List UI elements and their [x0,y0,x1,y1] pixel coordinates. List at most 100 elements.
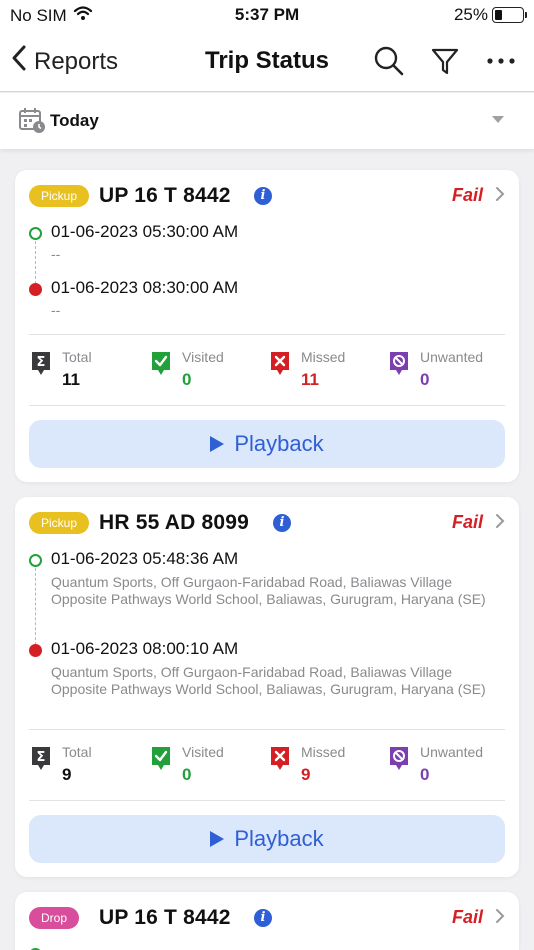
stat-unwanted-value: 0 [420,370,430,389]
caret-down-icon [492,116,504,123]
search-icon [374,46,404,76]
trip-stats: Σ Total 9 Visited 0 Missed 9 Unwanted 0 [29,742,505,790]
play-icon [210,831,225,847]
divider [29,334,505,335]
calendar-icon [18,106,46,139]
end-point-icon [29,644,42,657]
sigma-icon: Σ [32,747,50,770]
status-bar-right: 25% [453,5,527,25]
end-address: -- [51,302,61,318]
more-button[interactable] [484,44,518,78]
stat-total-label: Total [62,744,92,760]
trip-header: Pickup HR 55 AD 8099 i Fail [29,511,505,535]
more-icon [487,58,515,64]
trip-header: Pickup UP 16 T 8442 i Fail [29,184,505,208]
playback-label: Playback [234,826,324,851]
info-icon[interactable]: i [273,514,291,532]
stat-missed-value: 9 [301,765,311,784]
trip-type-badge: Drop [29,907,80,929]
play-icon [210,436,225,452]
playback-button[interactable]: Playback [29,815,505,863]
stat-unwanted-label: Unwanted [420,349,484,365]
cross-icon [271,352,289,375]
timeline-connector [35,241,36,284]
trip-status: Fail [451,907,483,927]
date-filter-dropdown[interactable]: Today [0,93,534,149]
chevron-right-icon[interactable] [495,513,505,534]
end-time: 01-06-2023 08:30:00 AM [51,278,239,297]
vehicle-plate: UP 16 T 8442 [99,184,231,207]
trip-type-badge: Pickup [29,185,90,207]
prohibited-icon [390,747,408,770]
trip-stats: Σ Total 11 Visited 0 Missed 11 Unwanted … [29,347,505,395]
back-label: Reports [34,47,119,75]
stat-visited: Visited 0 [149,347,269,395]
stat-unwanted-label: Unwanted [420,744,484,760]
trip-status: Fail [451,512,483,532]
svg-text:Σ: Σ [37,750,46,765]
chevron-right-icon[interactable] [495,908,505,929]
vehicle-plate: HR 55 AD 8099 [99,511,250,534]
chevron-left-icon [10,44,28,79]
trip-card[interactable]: Pickup HR 55 AD 8099 i Fail 01-06-2023 0… [15,497,519,877]
timeline-connector [35,568,36,645]
check-icon [152,747,170,770]
stat-missed: Missed 11 [268,347,388,395]
end-address: Quantum Sports, Off Gurgaon-Faridabad Ro… [51,664,486,697]
stat-missed-value: 11 [301,370,319,389]
stat-total: Σ Total 9 [29,742,149,790]
search-button[interactable] [372,44,406,78]
start-address: -- [51,246,61,262]
stat-total-label: Total [62,349,92,365]
trip-card[interactable]: Pickup UP 16 T 8442 i Fail 01-06-2023 05… [15,170,519,482]
playback-button[interactable]: Playback [29,420,505,468]
stat-unwanted: Unwanted 0 [387,742,507,790]
sigma-icon: Σ [32,352,50,375]
info-icon[interactable]: i [254,909,272,927]
start-time: 01-06-2023 05:30:00 AM [51,222,239,241]
filter-icon [431,48,459,75]
divider [29,800,505,801]
back-button[interactable]: Reports [10,44,118,79]
trip-type-badge: Pickup [29,512,90,534]
stat-unwanted-value: 0 [420,765,430,784]
stat-visited-value: 0 [182,765,192,784]
end-time: 01-06-2023 08:00:10 AM [51,639,239,658]
start-time: 01-06-2023 05:48:36 AM [51,549,239,568]
stat-unwanted: Unwanted 0 [387,347,507,395]
nav-bar: Reports Trip Status [0,32,534,92]
end-point-icon [29,283,42,296]
start-address: Quantum Sports, Off Gurgaon-Faridabad Ro… [51,574,486,607]
svg-text:Σ: Σ [37,355,46,370]
trip-status: Fail [451,185,483,205]
start-point-icon [29,227,42,240]
chevron-right-icon[interactable] [495,186,505,207]
trip-timeline: 01-06-2023 05:48:36 AM Quantum Sports, O… [29,549,505,719]
date-filter-label: Today [50,111,99,130]
battery-percent: 25% [453,5,488,24]
stat-missed-label: Missed [301,349,346,365]
info-icon[interactable]: i [254,187,272,205]
trip-card[interactable]: Drop UP 16 T 8442 i Fail [15,892,519,950]
playback-label: Playback [234,431,324,456]
stat-total-value: 11 [62,370,80,389]
vehicle-plate: UP 16 T 8442 [99,906,231,929]
battery-icon [492,7,527,23]
trip-header: Drop UP 16 T 8442 i Fail [29,906,505,930]
divider [29,405,505,406]
check-icon [152,352,170,375]
trip-timeline: 01-06-2023 05:30:00 AM -- 01-06-2023 08:… [29,222,505,322]
prohibited-icon [390,352,408,375]
divider [29,729,505,730]
stat-missed-label: Missed [301,744,346,760]
start-point-icon [29,554,42,567]
nav-actions [372,44,518,78]
status-bar: No SIM 5:37 PM 25% [0,0,534,32]
stat-visited-label: Visited [182,744,224,760]
stat-visited-label: Visited [182,349,224,365]
stat-total: Σ Total 11 [29,347,149,395]
stat-visited-value: 0 [182,370,192,389]
filter-button[interactable] [428,44,462,78]
stat-missed: Missed 9 [268,742,388,790]
stat-visited: Visited 0 [149,742,269,790]
